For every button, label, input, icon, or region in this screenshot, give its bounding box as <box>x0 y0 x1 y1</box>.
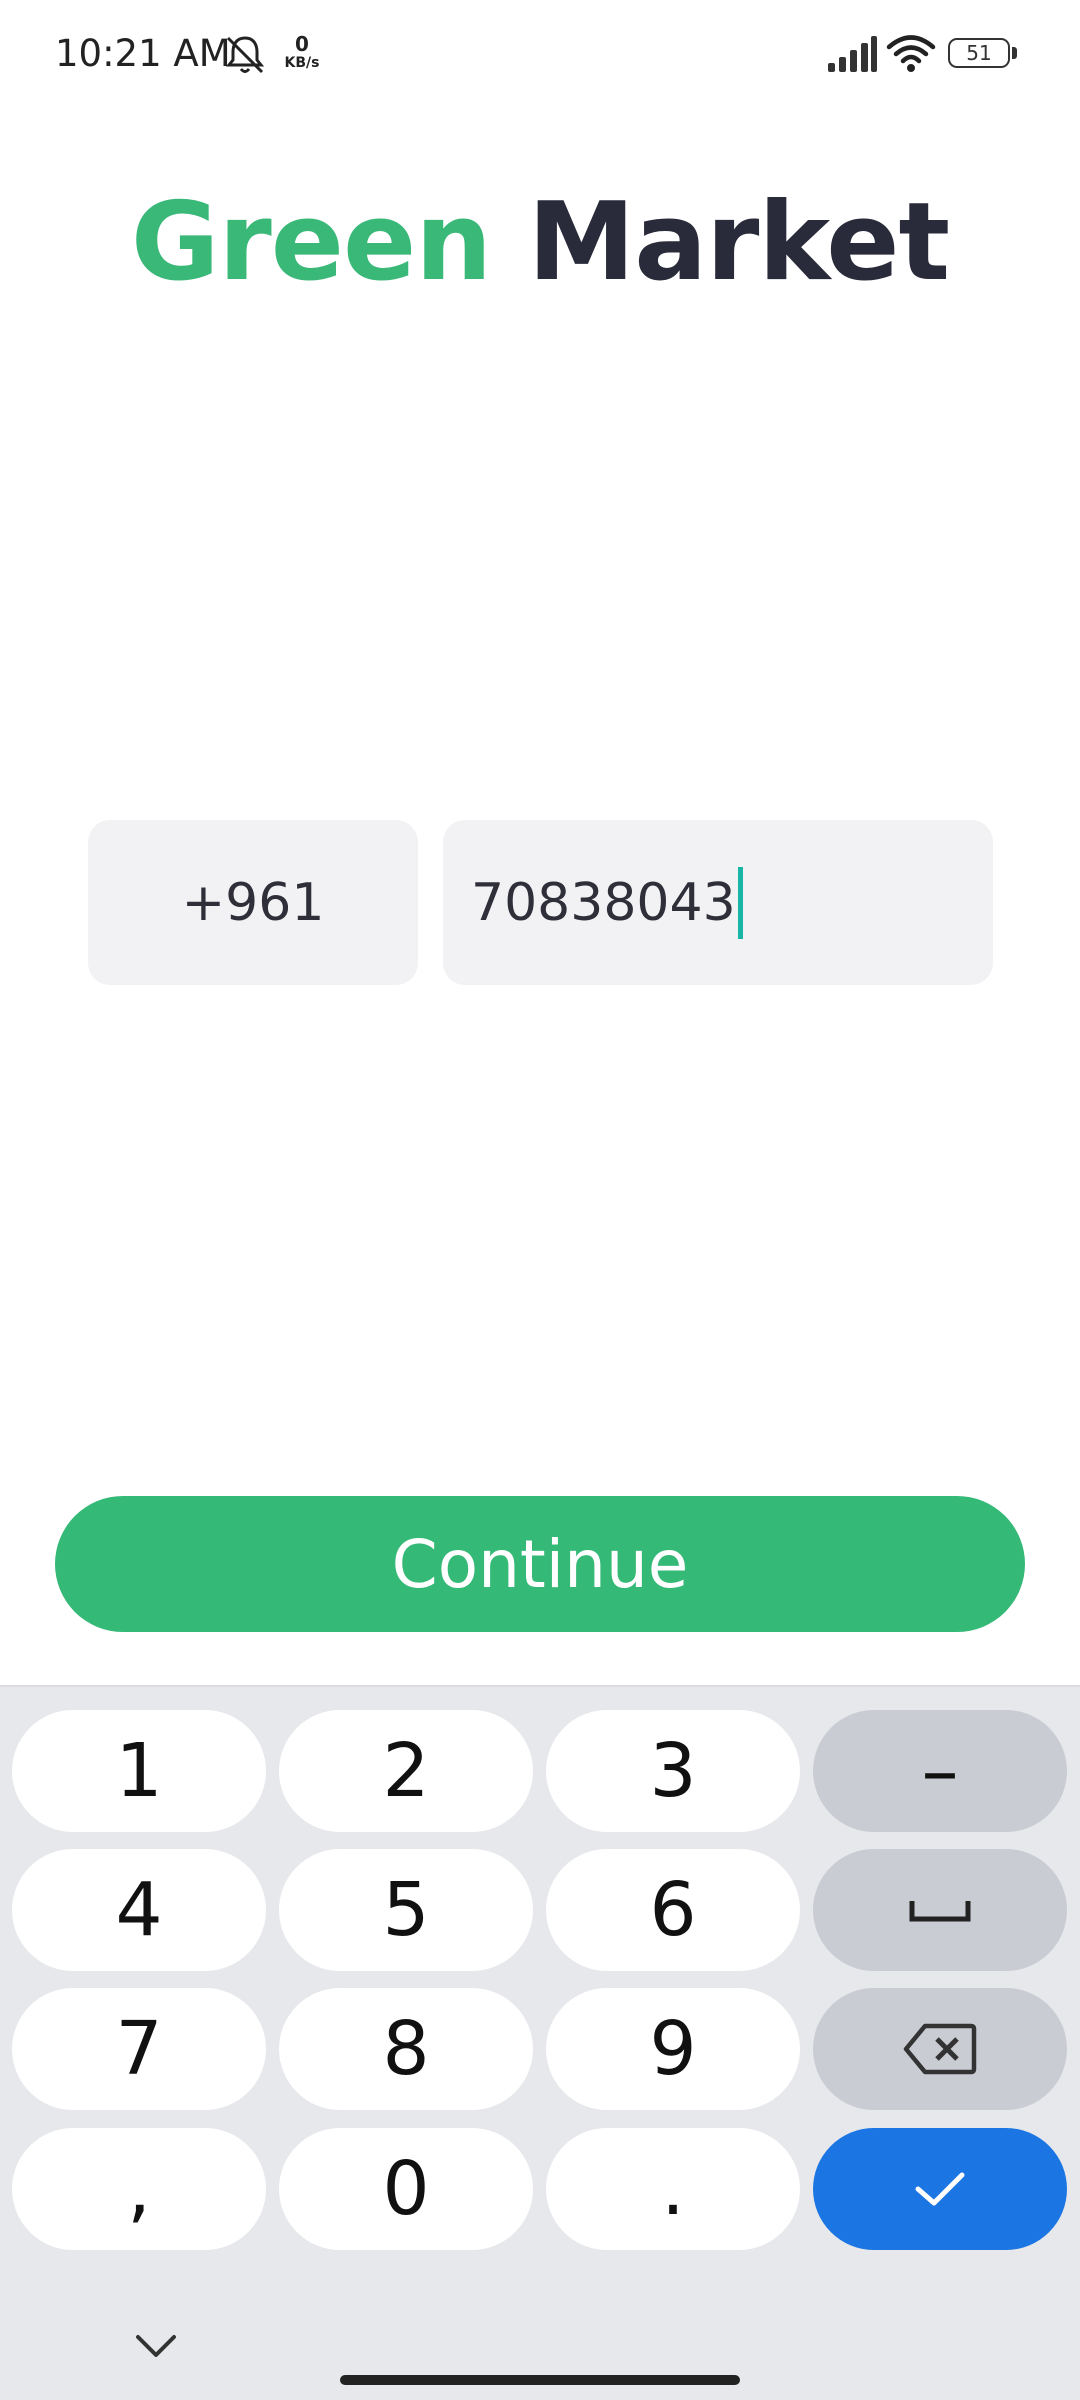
country-code-field[interactable]: +961 <box>88 820 418 985</box>
phone-number-input[interactable]: 70838043 <box>443 820 993 985</box>
key-comma[interactable]: , <box>12 2128 266 2250</box>
key-enter[interactable] <box>813 2128 1067 2250</box>
key-1[interactable]: 1 <box>12 1710 266 1832</box>
country-code-value: +961 <box>181 872 325 933</box>
key-period[interactable]: . <box>546 2128 800 2250</box>
key-4[interactable]: 4 <box>12 1849 266 1971</box>
status-bar: 10:21 AM 0 KB/s 51 <box>0 0 1080 110</box>
numeric-keyboard: 1 2 3 – 4 5 6 7 8 9 , 0 . <box>0 1685 1080 2400</box>
phone-number-value: 70838043 <box>471 872 736 933</box>
key-6[interactable]: 6 <box>546 1849 800 1971</box>
space-icon <box>909 1901 971 1922</box>
key-minus[interactable]: – <box>813 1710 1067 1832</box>
battery-tip <box>1012 47 1017 59</box>
key-2[interactable]: 2 <box>279 1710 533 1832</box>
app-title-market: Market <box>527 180 950 305</box>
key-9[interactable]: 9 <box>546 1988 800 2110</box>
key-8[interactable]: 8 <box>279 1988 533 2110</box>
signal-icon <box>828 36 877 72</box>
key-7[interactable]: 7 <box>12 1988 266 2110</box>
network-speed: 0 KB/s <box>280 34 324 70</box>
text-cursor <box>737 866 743 939</box>
battery-level: 51 <box>966 41 992 65</box>
home-indicator[interactable] <box>340 2375 740 2385</box>
status-time: 10:21 AM <box>55 32 231 75</box>
key-0[interactable]: 0 <box>279 2128 533 2250</box>
login-screen: 10:21 AM 0 KB/s 51 Green Market +961 708… <box>0 0 1080 2400</box>
wifi-icon <box>886 35 936 72</box>
network-speed-value: 0 <box>295 32 309 56</box>
app-title: Green Market <box>0 180 1080 305</box>
chevron-down-icon[interactable] <box>130 2327 182 2367</box>
battery-icon: 51 <box>948 38 1020 72</box>
continue-button[interactable]: Continue <box>55 1496 1025 1632</box>
key-space[interactable] <box>813 1849 1067 1971</box>
check-icon <box>915 2172 965 2206</box>
app-title-green: Green <box>130 180 492 305</box>
network-speed-unit: KB/s <box>284 55 320 71</box>
key-backspace[interactable] <box>813 1988 1067 2110</box>
mute-bell-icon <box>225 36 265 74</box>
key-5[interactable]: 5 <box>279 1849 533 1971</box>
backspace-icon <box>903 2023 977 2075</box>
continue-button-label: Continue <box>391 1525 689 1603</box>
key-3[interactable]: 3 <box>546 1710 800 1832</box>
